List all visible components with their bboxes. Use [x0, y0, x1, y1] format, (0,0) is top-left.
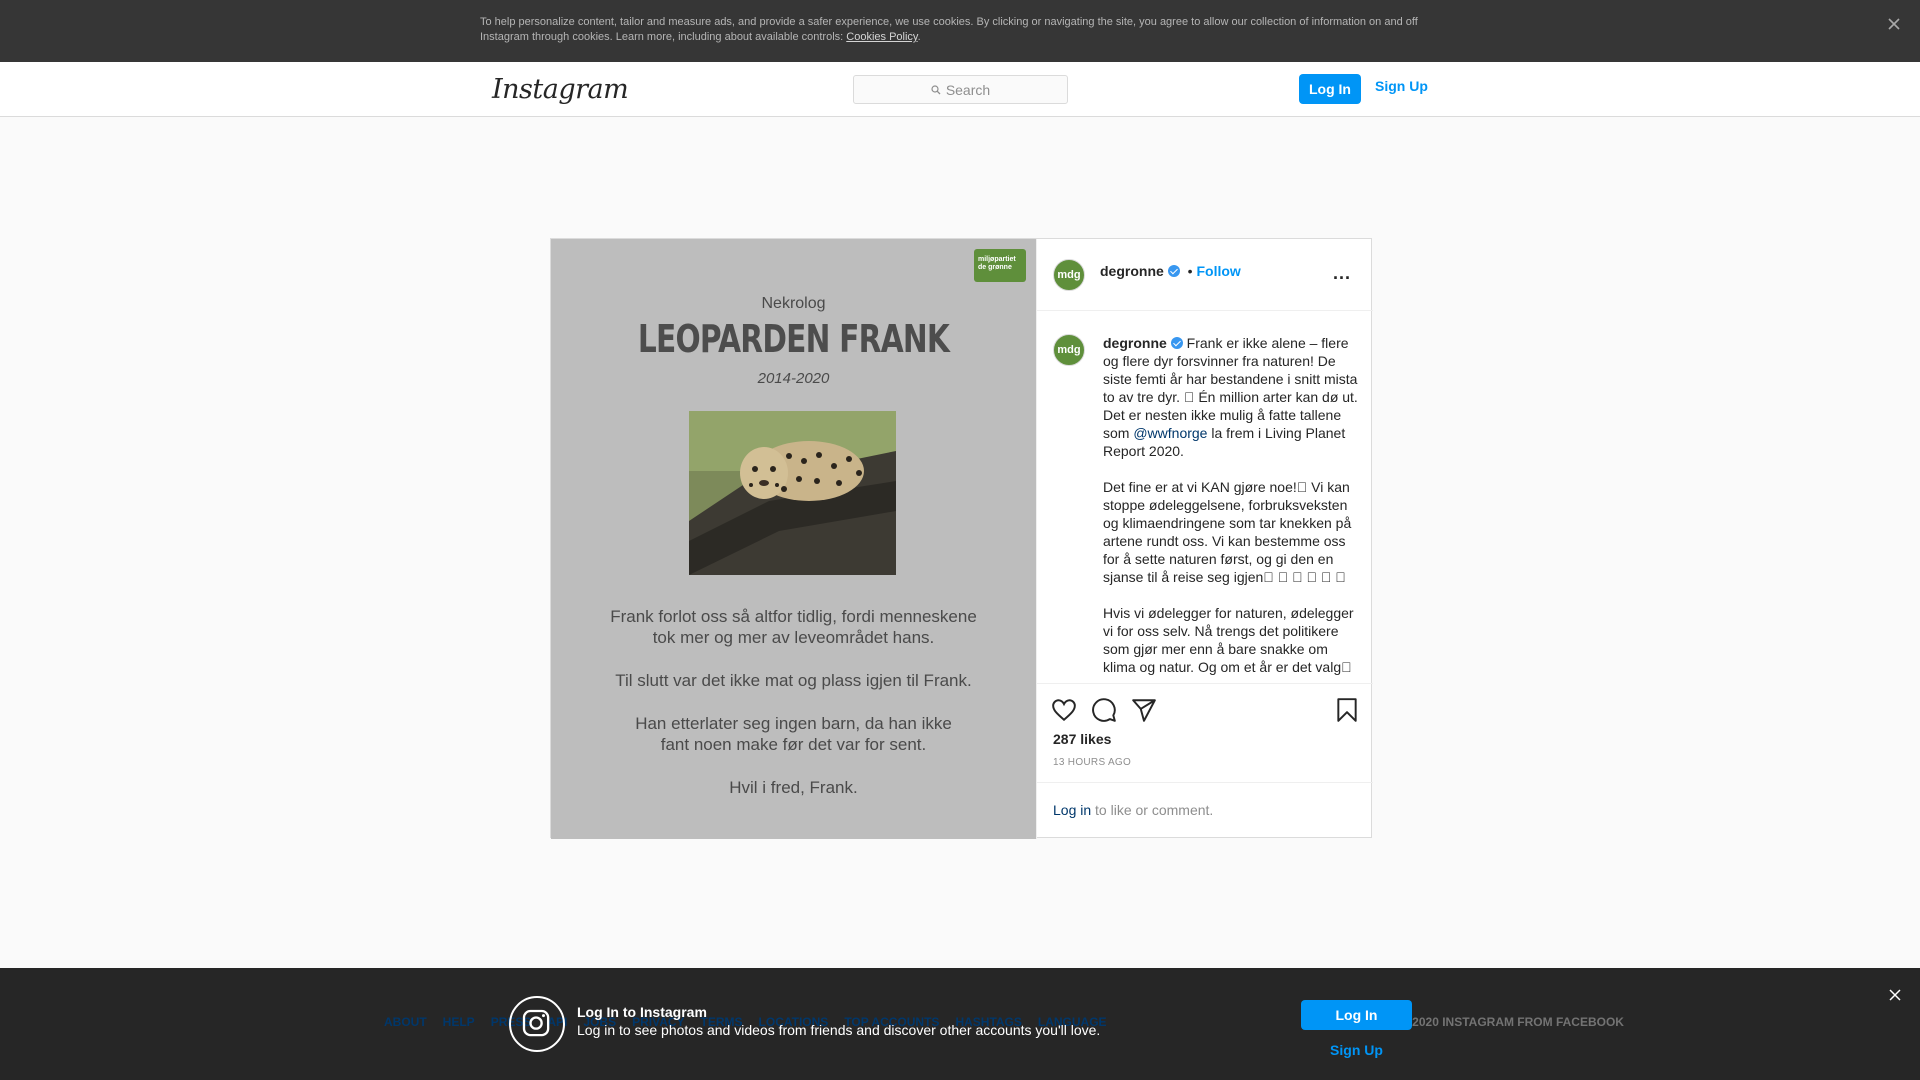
banner-signup-link[interactable]: Sign Up [1301, 1042, 1412, 1058]
bookmark-icon[interactable] [1334, 697, 1360, 723]
leopard-photo [689, 411, 896, 575]
login-link[interactable]: Log in [1053, 802, 1091, 818]
login-banner: Log In to Instagram Log in to see photos… [0, 968, 1920, 1080]
caption-username[interactable]: degronne [1103, 335, 1167, 351]
image-kicker: Nekrolog [761, 295, 826, 312]
post-sidebar: mdg degronne • Follow ... mdg degronne F… [1036, 239, 1373, 839]
comment-icon[interactable] [1091, 697, 1117, 723]
search-icon [931, 84, 941, 94]
search-placeholder: Search [945, 81, 991, 98]
image-line-2: tok mer og mer av leveområdet hans. [652, 628, 935, 647]
image-line-4: Han etterlater seg ingen barn, da han ik… [635, 714, 952, 733]
more-options-icon[interactable]: ... [1333, 263, 1351, 284]
mention-link[interactable]: @wwfnorge [1133, 425, 1207, 441]
likes-count[interactable]: 287 likes [1053, 731, 1111, 747]
login-banner-title: Log In to Instagram [577, 1004, 707, 1020]
post-actions [1037, 685, 1373, 725]
image-line-5: fant noen make før det var for sent. [660, 735, 927, 754]
cookies-policy-link[interactable]: Cookies Policy [846, 31, 917, 43]
caption-paragraph-3: Hvis vi ødelegger for naturen, ødelegger… [1103, 605, 1354, 675]
cookie-message: To help personalize content, tailor and … [480, 16, 1418, 43]
follow-separator: • [1187, 263, 1193, 279]
image-line-6: Hvil i fred, Frank. [729, 778, 858, 797]
post-header: mdg degronne • Follow ... [1037, 239, 1373, 311]
username-link[interactable]: degronne [1100, 263, 1164, 279]
close-icon[interactable] [1886, 16, 1902, 32]
party-badge: miljøpartiet de grønne [974, 249, 1026, 282]
post-image[interactable]: miljøpartiet de grønne Nekrolog LEOPARDE… [551, 239, 1036, 839]
share-icon[interactable] [1131, 697, 1157, 723]
image-line-3: Til slutt var det ikke mat og plass igje… [615, 671, 972, 690]
heart-icon[interactable] [1051, 697, 1077, 723]
cookie-text: To help personalize content, tailor and … [480, 15, 1440, 45]
login-button[interactable]: Log In [1299, 74, 1361, 104]
cookie-tail: . [917, 31, 921, 43]
image-line-1: Frank forlot oss så altfor tidlig, fordi… [610, 607, 977, 626]
caption-area: mdg degronne Frank er ikke alene – flere… [1037, 312, 1373, 684]
post-caption: degronne Frank er ikke alene – flere og … [1103, 334, 1361, 683]
instagram-glyph-icon [509, 996, 565, 1052]
image-years: 2014-2020 [757, 370, 830, 387]
login-to-comment: Log in to like or comment. [1037, 782, 1373, 839]
verified-badge-icon [1167, 265, 1180, 277]
caption-avatar[interactable]: mdg [1053, 334, 1085, 366]
login-banner-subtitle: Log in to see photos and videos from fri… [577, 1022, 1101, 1038]
post-author: degronne • Follow [1100, 263, 1241, 279]
search-input[interactable]: Search [853, 75, 1068, 104]
image-title: LEOPARDEN FRANK [637, 317, 950, 361]
close-icon[interactable] [1888, 988, 1902, 1002]
verified-badge-icon [1170, 337, 1183, 349]
post-timestamp[interactable]: 13 HOURS AGO [1053, 757, 1131, 768]
post-card: miljøpartiet de grønne Nekrolog LEOPARDE… [550, 238, 1373, 839]
login-comment-text: to like or comment. [1091, 802, 1214, 818]
follow-button[interactable]: Follow [1196, 263, 1240, 279]
top-nav: Instagram Search Log In Sign Up [0, 62, 1920, 117]
signup-link[interactable]: Sign Up [1375, 78, 1428, 94]
instagram-logo[interactable]: Instagram [492, 74, 629, 105]
avatar[interactable]: mdg [1053, 259, 1085, 291]
banner-login-button[interactable]: Log In [1301, 1000, 1412, 1030]
caption-paragraph-2: Det fine er at vi KAN gjøre noe!  Vi kan… [1103, 479, 1352, 585]
cookie-banner: To help personalize content, tailor and … [0, 0, 1920, 62]
